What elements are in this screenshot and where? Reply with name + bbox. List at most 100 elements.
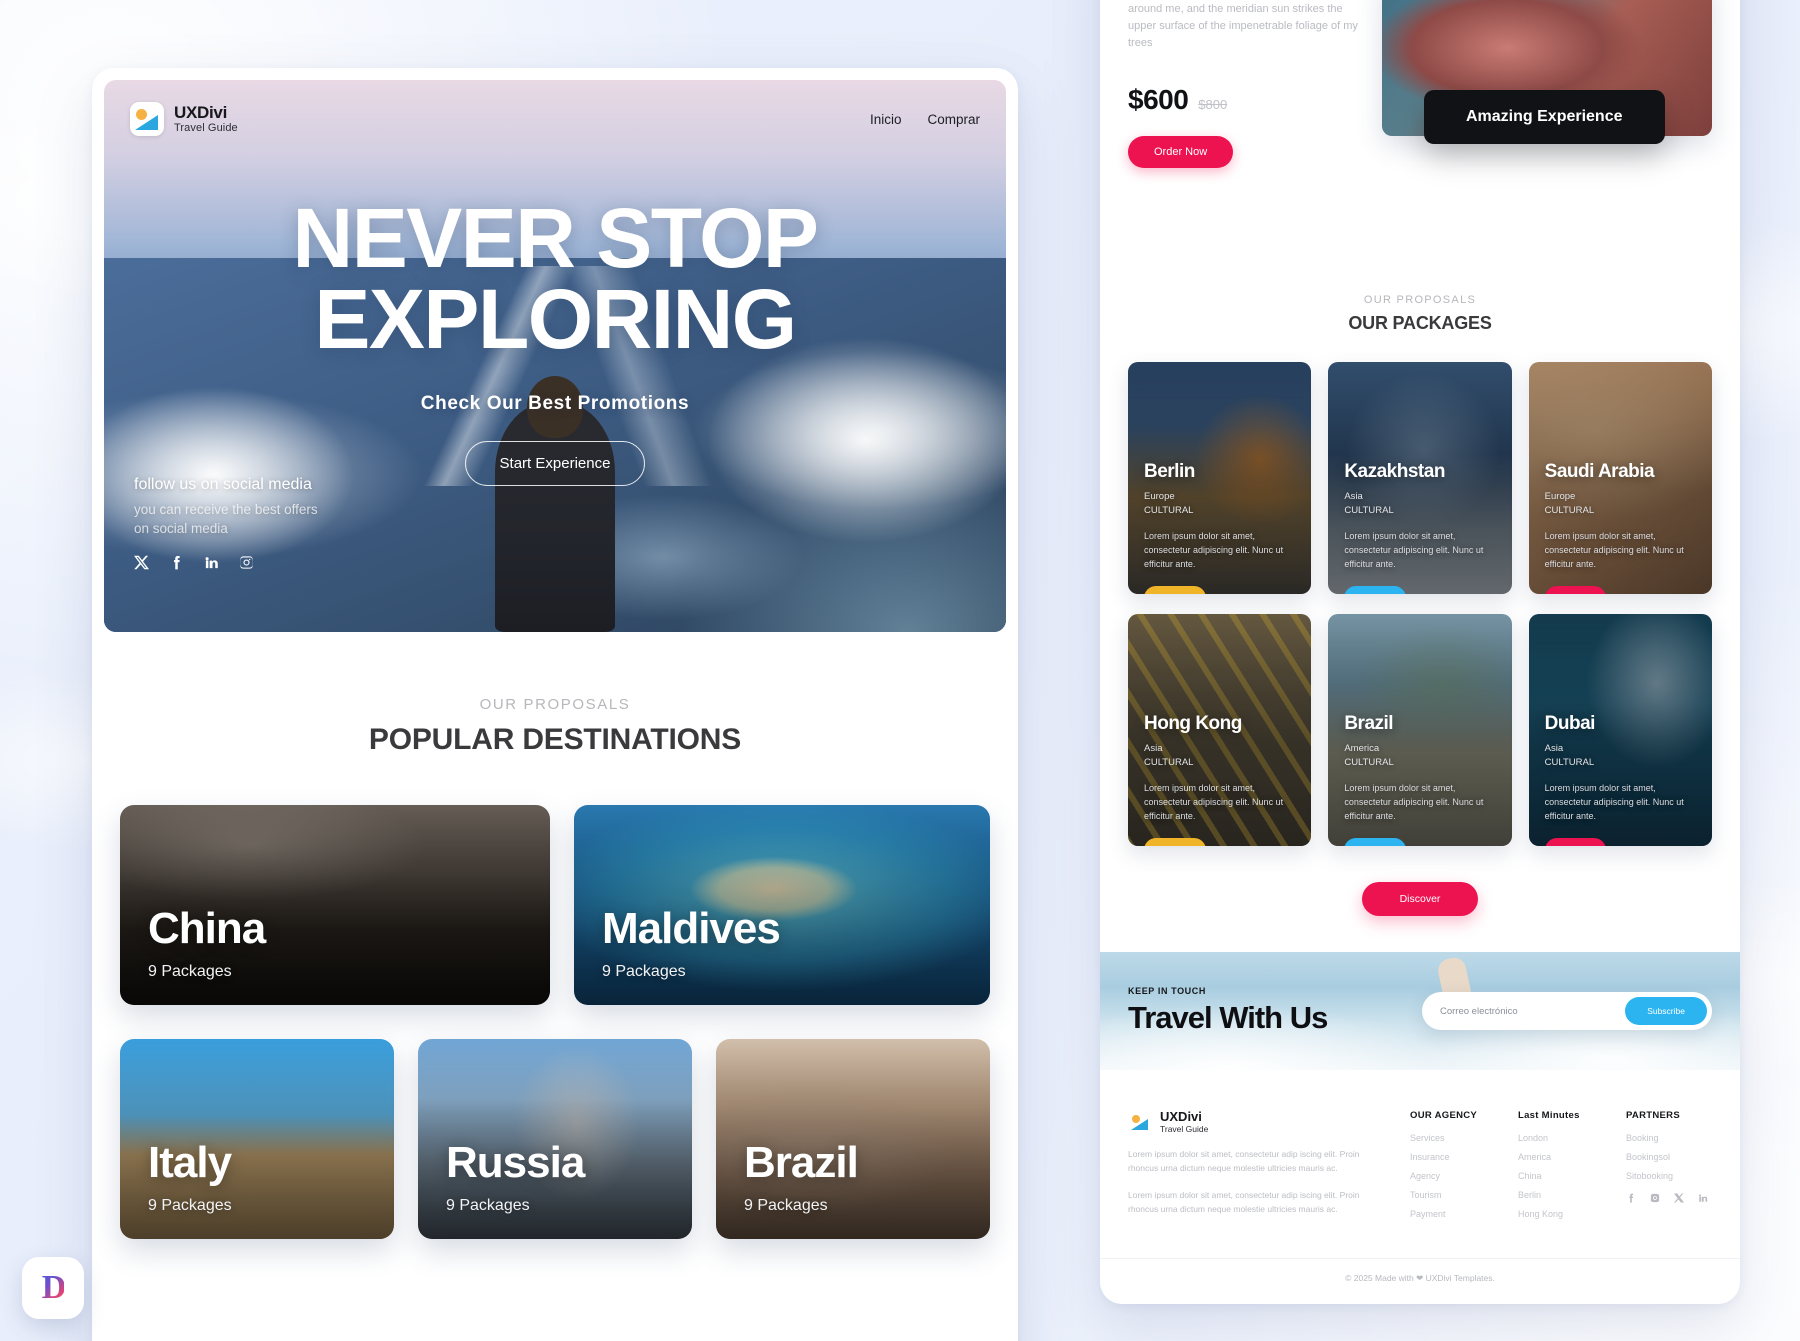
footer-link[interactable]: Booking [1626, 1133, 1712, 1143]
destination-card-brazil[interactable]: Brazil 9 Packages [716, 1039, 990, 1239]
destination-card-russia[interactable]: Russia 9 Packages [418, 1039, 692, 1239]
destination-card-china[interactable]: China 9 Packages [120, 805, 550, 1005]
social-desc-line-2: on social media [134, 521, 228, 537]
destinations-grid: China 9 Packages Maldives 9 Packages Ita… [92, 805, 1018, 1239]
footer-link[interactable]: America [1518, 1152, 1604, 1162]
package-card-dubai[interactable]: Dubai Asia CULTURAL Lorem ipsum dolor si… [1528, 614, 1712, 847]
footer-link[interactable]: Hong Kong [1518, 1209, 1604, 1219]
footer-social-list [1626, 1190, 1712, 1208]
destinations-title: POPULAR DESTINATIONS [368, 723, 742, 756]
package-category: CULTURAL [1544, 757, 1595, 769]
footer-link[interactable]: Bookingsol [1626, 1152, 1712, 1162]
package-region: Asia [1144, 743, 1163, 755]
instagram-icon[interactable] [1650, 1190, 1660, 1208]
footer-link[interactable]: London [1518, 1133, 1604, 1143]
package-description: Lorem ipsum dolor sit amet, consectetur … [1344, 530, 1484, 569]
footer-logo[interactable]: UXDivi Travel Guide [1128, 1109, 1388, 1135]
right-preview-panel: When, while the lovely valley teems with… [1100, 0, 1740, 1304]
main-nav: Inicio Comprar [870, 112, 980, 127]
footer-link[interactable]: Insurance [1410, 1152, 1496, 1162]
order-now-button[interactable]: Order Now [1128, 136, 1234, 169]
footer-link[interactable]: Sitobooking [1626, 1171, 1712, 1181]
start-experience-button[interactable]: Start Experience [464, 441, 646, 487]
destination-name: Italy [148, 1138, 232, 1187]
logo-icon [1128, 1110, 1152, 1135]
package-card-hong-kong[interactable]: Hong Kong Asia CULTURAL Lorem ipsum dolo… [1128, 614, 1312, 847]
destinations-kicker: OUR PROPOSALS [479, 696, 631, 713]
package-detail-button[interactable]: Detail [1544, 585, 1607, 595]
offer-description: When, while the lovely valley teems with… [1128, 3, 1358, 50]
package-category: CULTURAL [1144, 505, 1194, 517]
footer-column-title: OUR AGENCY [1410, 1110, 1478, 1122]
x-icon[interactable] [134, 555, 149, 570]
footer-link[interactable]: Services [1410, 1133, 1496, 1143]
hero-title-line-2: EXPLORING [314, 271, 797, 366]
footer-copyright: © 2025 Made with ❤ UXDivi Templates. [1100, 1258, 1740, 1298]
site-footer: UXDivi Travel Guide Lorem ipsum dolor si… [1100, 1070, 1740, 1228]
linkedin-icon[interactable] [204, 555, 219, 570]
package-card-berlin[interactable]: Berlin Europe CULTURAL Lorem ipsum dolor… [1128, 362, 1312, 595]
package-region: Europe [1544, 491, 1576, 503]
brand-name: UXDivi [174, 103, 227, 123]
destination-packages: 9 Packages [446, 1197, 530, 1214]
package-card-saudi-arabia[interactable]: Saudi Arabia Europe CULTURAL Lorem ipsum… [1528, 362, 1712, 595]
package-detail-button[interactable]: Detail [1144, 585, 1206, 595]
footer-column-last-minutes: Last Minutes London America China Berlin… [1518, 1110, 1604, 1228]
destinations-row-1: China 9 Packages Maldives 9 Packages [120, 805, 990, 1005]
offer-price-old: $800 [1198, 97, 1228, 113]
x-icon[interactable] [1674, 1190, 1684, 1208]
destination-packages: 9 Packages [744, 1197, 828, 1214]
brand-tagline: Travel Guide [174, 121, 238, 134]
destinations-section-header: OUR PROPOSALS POPULAR DESTINATIONS [92, 696, 1018, 757]
package-name: Dubai [1544, 713, 1596, 735]
package-detail-button[interactable]: Detail [1544, 837, 1607, 847]
left-preview-panel: UXDivi Travel Guide Inicio Comprar NEVER… [92, 68, 1018, 1341]
destination-card-maldives[interactable]: Maldives 9 Packages [574, 805, 990, 1005]
site-header: UXDivi Travel Guide Inicio Comprar [130, 102, 980, 136]
package-detail-button[interactable]: Detail [1144, 837, 1206, 847]
package-detail-button[interactable]: Detail [1344, 837, 1407, 847]
subscribe-button[interactable]: Subscribe [1625, 997, 1707, 1026]
package-name: Brazil [1344, 713, 1394, 735]
footer-column-agency: OUR AGENCY Services Insurance Agency Tou… [1410, 1110, 1496, 1228]
newsletter-title: Travel With Us [1128, 1000, 1328, 1036]
hero-subtitle: Check Our Best Promotions [420, 393, 690, 415]
linkedin-icon[interactable] [1698, 1190, 1708, 1208]
package-description: Lorem ipsum dolor sit amet, consectetur … [1544, 530, 1684, 569]
email-input[interactable] [1440, 1005, 1626, 1017]
logo-icon [130, 102, 164, 136]
package-description: Lorem ipsum dolor sit amet, consectetur … [1144, 530, 1284, 569]
footer-link[interactable]: Tourism [1410, 1190, 1496, 1200]
package-card-kazakhstan[interactable]: Kazakhstan Asia CULTURAL Lorem ipsum dol… [1328, 362, 1512, 595]
hero-section: UXDivi Travel Guide Inicio Comprar NEVER… [104, 80, 1006, 632]
destination-name: Russia [446, 1138, 585, 1187]
discover-button[interactable]: Discover [1361, 882, 1479, 917]
footer-link[interactable]: Agency [1410, 1171, 1496, 1181]
offer-section: When, while the lovely valley teems with… [1100, 0, 1740, 169]
footer-link[interactable]: Berlin [1518, 1190, 1604, 1200]
divi-floating-badge[interactable]: D [22, 1257, 84, 1319]
footer-link[interactable]: China [1518, 1171, 1604, 1181]
package-name: Kazakhstan [1344, 461, 1445, 483]
packages-row-2: Hong Kong Asia CULTURAL Lorem ipsum dolo… [1128, 614, 1712, 847]
footer-about-paragraph-1: Lorem ipsum dolor sit amet, consectetur … [1128, 1149, 1360, 1173]
footer-brand-name: UXDivi [1160, 1109, 1202, 1125]
package-detail-button[interactable]: Detail [1344, 585, 1407, 595]
nav-item-inicio[interactable]: Inicio [870, 112, 902, 127]
package-region: America [1344, 743, 1380, 755]
social-icon-list [134, 555, 318, 570]
packages-kicker: OUR PROPOSALS [1363, 294, 1477, 307]
package-card-brazil[interactable]: Brazil America CULTURAL Lorem ipsum dolo… [1328, 614, 1512, 847]
facebook-icon[interactable] [1626, 1190, 1636, 1208]
offer-price: $600 [1128, 84, 1189, 116]
facebook-icon[interactable] [169, 555, 184, 570]
instagram-icon[interactable] [239, 555, 254, 570]
footer-brand-tagline: Travel Guide [1160, 1124, 1209, 1134]
discover-wrapper: Discover [1100, 882, 1740, 917]
footer-link[interactable]: Payment [1410, 1209, 1496, 1219]
destination-card-italy[interactable]: Italy 9 Packages [120, 1039, 394, 1239]
package-region: Asia [1544, 743, 1564, 755]
nav-item-comprar[interactable]: Comprar [927, 112, 980, 127]
site-logo[interactable]: UXDivi Travel Guide [130, 102, 238, 136]
social-desc-line-1: you can receive the best offers [134, 501, 318, 517]
